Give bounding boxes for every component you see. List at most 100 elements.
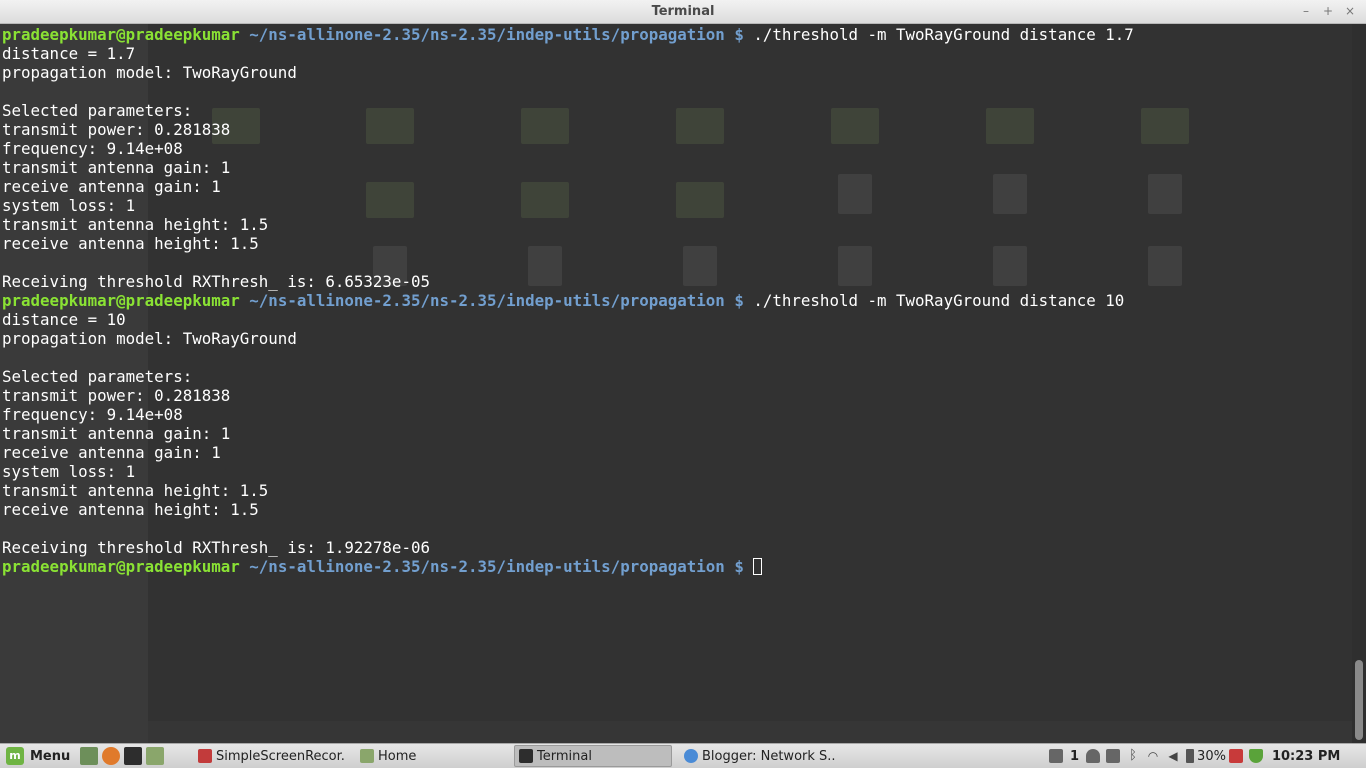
- task-blogger[interactable]: Blogger: Network S...: [680, 745, 836, 767]
- terminal-icon: [519, 749, 533, 763]
- window-titlebar[interactable]: Terminal – + ×: [0, 0, 1366, 24]
- output-line: Selected parameters:: [2, 101, 1134, 120]
- task-simplescreenrecorder[interactable]: SimpleScreenRecor...: [194, 745, 346, 767]
- output-text: propagation model: TwoRayGround: [2, 63, 297, 82]
- task-label: Blogger: Network S...: [702, 748, 836, 764]
- close-button[interactable]: ×: [1342, 3, 1358, 19]
- update-icon[interactable]: [1106, 749, 1121, 763]
- output-text: transmit power: 0.281838: [2, 120, 231, 139]
- recorder-tray-icon[interactable]: [1228, 749, 1243, 763]
- output-line: system loss: 1: [2, 462, 1134, 481]
- output-line: transmit antenna gain: 1: [2, 424, 1134, 443]
- prompt-path: ~/ns-allinone-2.35/ns-2.35/indep-utils/p…: [249, 291, 725, 310]
- show-desktop-icon[interactable]: [80, 747, 98, 765]
- prompt-line: pradeepkumar@pradeepkumar ~/ns-allinone-…: [2, 25, 1134, 44]
- menu-button[interactable]: m Menu: [6, 744, 70, 768]
- output-text: Selected parameters:: [2, 367, 193, 386]
- system-tray: 1 ᛒ ◠ ◀ 30% 10:23 PM: [1046, 744, 1340, 768]
- volume-icon[interactable]: ◀: [1166, 749, 1180, 763]
- output-text: transmit antenna gain: 1: [2, 424, 231, 443]
- notification-count: 1: [1070, 748, 1080, 764]
- task-label: SimpleScreenRecor...: [216, 748, 346, 764]
- prompt-user: pradeepkumar@pradeepkumar: [2, 291, 240, 310]
- window-title: Terminal: [651, 4, 715, 19]
- output-line: distance = 1.7: [2, 44, 1134, 63]
- files-launcher-icon[interactable]: [146, 747, 164, 765]
- terminal-launcher-icon[interactable]: [124, 747, 142, 765]
- user-icon[interactable]: [1086, 749, 1101, 763]
- output-line: propagation model: TwoRayGround: [2, 329, 1134, 348]
- task-label: Home: [378, 748, 417, 764]
- terminal-area[interactable]: pradeepkumar@pradeepkumar ~/ns-allinone-…: [0, 24, 1352, 743]
- output-text: receive antenna gain: 1: [2, 443, 221, 462]
- output-line: frequency: 9.14e+08: [2, 139, 1134, 158]
- output-text: frequency: 9.14e+08: [2, 405, 183, 424]
- output-text: system loss: 1: [2, 462, 136, 481]
- output-text: Receiving threshold RXThresh_ is: 6.6532…: [2, 272, 430, 291]
- menu-label: Menu: [30, 748, 71, 764]
- command-text: ./threshold -m TwoRayGround distance 1.7: [753, 25, 1134, 44]
- battery-icon[interactable]: [1186, 749, 1195, 763]
- command-text: ./threshold -m TwoRayGround distance 10: [753, 291, 1125, 310]
- output-text: receive antenna height: 1.5: [2, 234, 259, 253]
- chrome-icon: [684, 749, 698, 763]
- output-text: transmit power: 0.281838: [2, 386, 231, 405]
- output-line: Selected parameters:: [2, 367, 1134, 386]
- chat-icon[interactable]: [1049, 749, 1063, 763]
- taskbar: m Menu SimpleScreenRecor... Home Termina…: [0, 743, 1366, 768]
- output-line: receive antenna height: 1.5: [2, 500, 1134, 519]
- output-text: transmit antenna gain: 1: [2, 158, 231, 177]
- output-line: system loss: 1: [2, 196, 1134, 215]
- output-line: receive antenna gain: 1: [2, 177, 1134, 196]
- maximize-button[interactable]: +: [1320, 3, 1336, 19]
- screen-recorder-icon: [198, 749, 212, 763]
- output-text: system loss: 1: [2, 196, 136, 215]
- quick-launch: [80, 744, 168, 768]
- prompt-symbol: $: [734, 291, 744, 310]
- output-line: frequency: 9.14e+08: [2, 405, 1134, 424]
- prompt-user: pradeepkumar@pradeepkumar: [2, 557, 240, 576]
- output-line: Receiving threshold RXThresh_ is: 6.6532…: [2, 272, 1134, 291]
- output-text: transmit antenna height: 1.5: [2, 215, 269, 234]
- output-line: propagation model: TwoRayGround: [2, 63, 1134, 82]
- wifi-icon[interactable]: ◠: [1146, 749, 1160, 763]
- output-text: Receiving threshold RXThresh_ is: 1.9227…: [2, 538, 430, 557]
- task-home[interactable]: Home: [356, 745, 508, 767]
- terminal-output: pradeepkumar@pradeepkumar ~/ns-allinone-…: [2, 25, 1134, 576]
- minimize-button[interactable]: –: [1298, 3, 1314, 19]
- output-text: propagation model: TwoRayGround: [2, 329, 297, 348]
- output-line: receive antenna height: 1.5: [2, 234, 1134, 253]
- terminal-scrollbar[interactable]: [1352, 24, 1366, 743]
- mint-logo-icon: m: [6, 747, 24, 765]
- battery-percent: 30%: [1197, 748, 1226, 764]
- scrollbar-thumb[interactable]: [1355, 660, 1363, 740]
- firefox-icon[interactable]: [102, 747, 120, 765]
- output-line: transmit antenna height: 1.5: [2, 481, 1134, 500]
- output-line: transmit antenna gain: 1: [2, 158, 1134, 177]
- prompt-symbol: $: [734, 25, 744, 44]
- output-text: distance = 1.7: [2, 44, 136, 63]
- task-terminal[interactable]: Terminal: [514, 745, 672, 767]
- bluetooth-icon[interactable]: ᛒ: [1126, 749, 1140, 763]
- output-line: Receiving threshold RXThresh_ is: 1.9227…: [2, 538, 1134, 557]
- output-text: Selected parameters:: [2, 101, 193, 120]
- output-line: distance = 10: [2, 310, 1134, 329]
- prompt-symbol: $: [734, 557, 744, 576]
- prompt-path: ~/ns-allinone-2.35/ns-2.35/indep-utils/p…: [249, 557, 725, 576]
- output-line: transmit antenna height: 1.5: [2, 215, 1134, 234]
- output-text: receive antenna height: 1.5: [2, 500, 259, 519]
- output-line: receive antenna gain: 1: [2, 443, 1134, 462]
- clock[interactable]: 10:23 PM: [1272, 749, 1340, 764]
- prompt-user: pradeepkumar@pradeepkumar: [2, 25, 240, 44]
- task-label: Terminal: [537, 748, 592, 764]
- output-line: transmit power: 0.281838: [2, 386, 1134, 405]
- output-text: frequency: 9.14e+08: [2, 139, 183, 158]
- output-text: receive antenna gain: 1: [2, 177, 221, 196]
- folder-icon: [360, 749, 374, 763]
- text-cursor: [752, 558, 762, 575]
- shield-icon[interactable]: [1248, 749, 1263, 763]
